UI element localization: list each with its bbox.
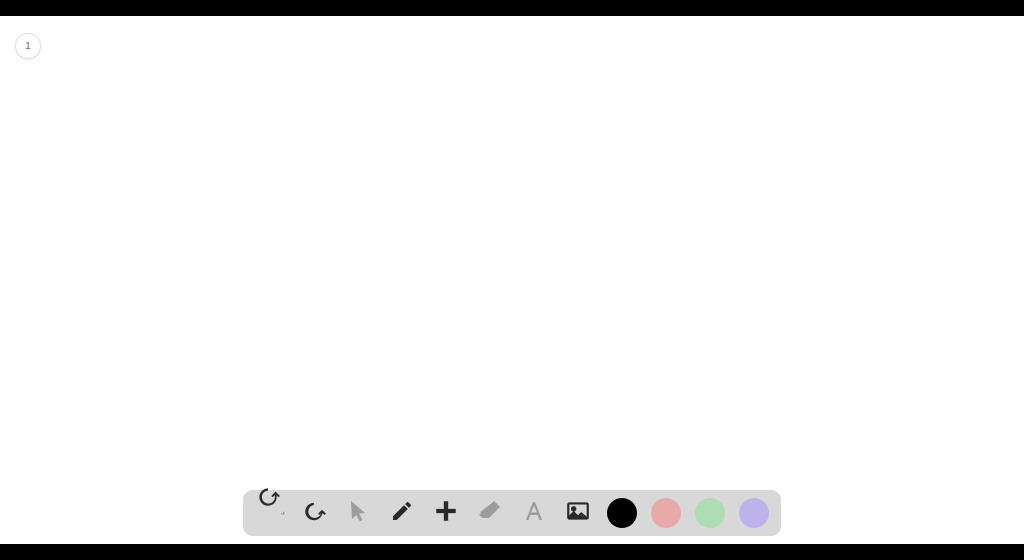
eraser-tool-button[interactable] xyxy=(475,498,505,528)
page-number-badge[interactable]: 1 xyxy=(15,33,41,59)
undo-button[interactable] xyxy=(255,498,285,528)
image-icon xyxy=(565,498,591,529)
add-tool-button[interactable] xyxy=(431,498,461,528)
text-icon xyxy=(522,499,546,528)
undo-icon xyxy=(255,483,281,543)
letterbox-bottom xyxy=(0,544,1024,560)
text-tool-button[interactable] xyxy=(519,498,549,528)
drawing-canvas[interactable] xyxy=(0,16,1024,544)
color-swatch-1[interactable] xyxy=(651,498,681,528)
image-tool-button[interactable] xyxy=(563,498,593,528)
color-current-swatch[interactable] xyxy=(607,498,637,528)
color-swatch-2[interactable] xyxy=(695,498,725,528)
letterbox-top xyxy=(0,0,1024,16)
toolbar xyxy=(243,490,781,536)
select-tool-button[interactable] xyxy=(343,498,373,528)
redo-button[interactable] xyxy=(299,498,329,528)
color-swatch-3[interactable] xyxy=(739,498,769,528)
cursor-icon xyxy=(346,499,370,528)
plus-icon xyxy=(433,498,459,529)
pencil-icon xyxy=(390,499,414,528)
page-number-label: 1 xyxy=(25,41,31,52)
redo-icon xyxy=(301,498,327,529)
pencil-tool-button[interactable] xyxy=(387,498,417,528)
eraser-icon xyxy=(477,498,503,529)
